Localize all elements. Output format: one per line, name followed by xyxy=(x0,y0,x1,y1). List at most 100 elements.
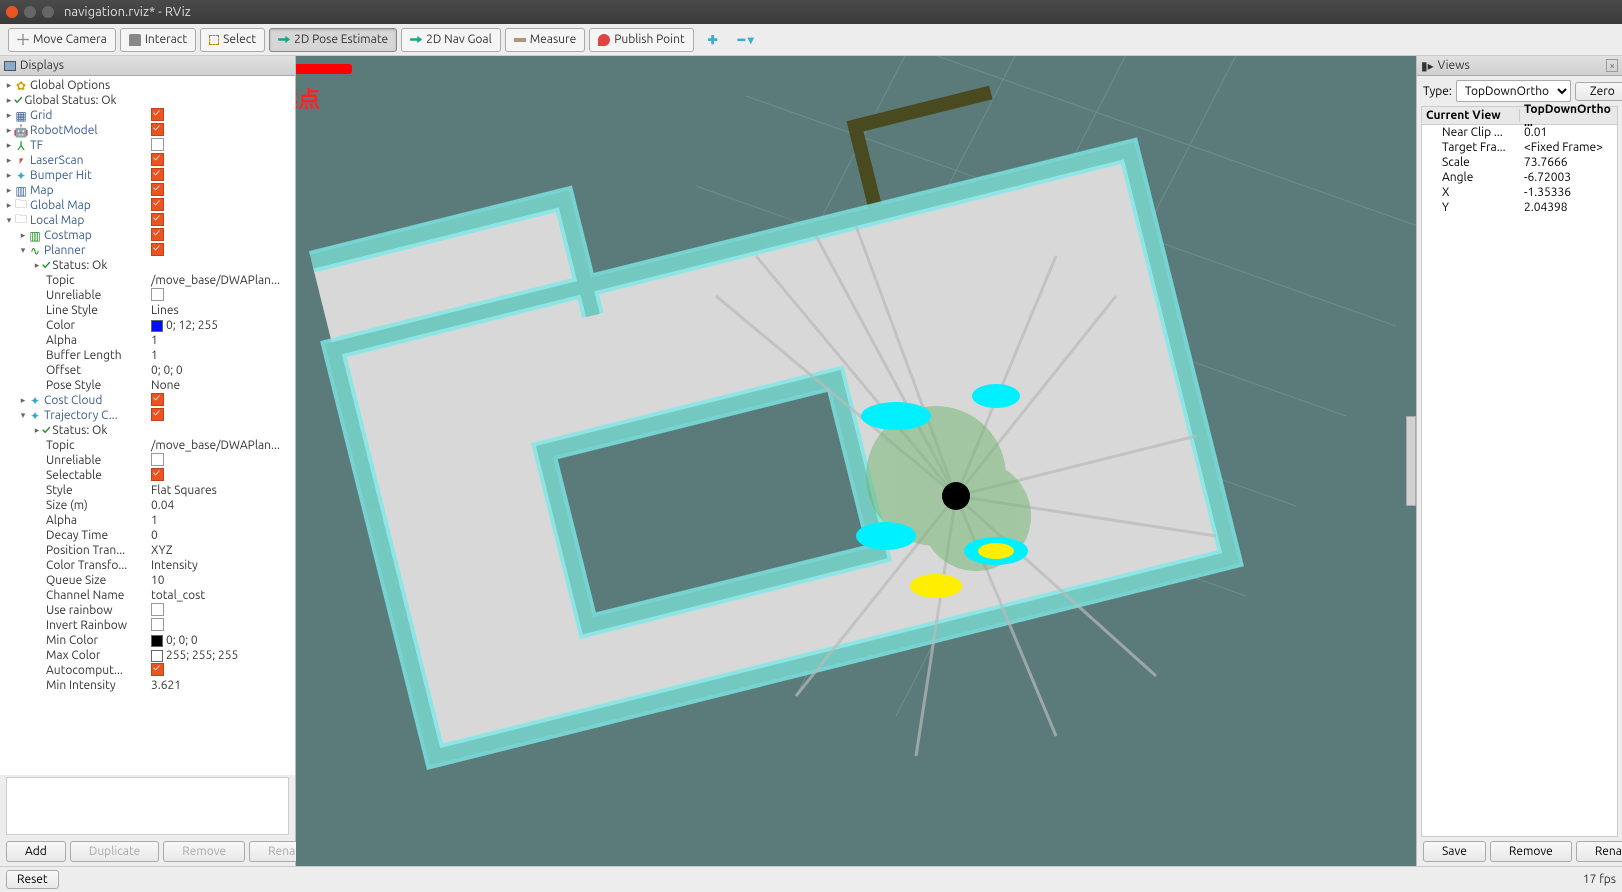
reset-button[interactable]: Reset xyxy=(6,870,59,889)
prop-posestyle-value[interactable]: None xyxy=(147,379,295,392)
zero-button[interactable]: Zero xyxy=(1575,82,1622,101)
expand-arrow-icon[interactable]: ▾ xyxy=(18,410,28,421)
checkbox-trajectory[interactable] xyxy=(151,408,164,421)
view-y-value[interactable]: 2.04398 xyxy=(1520,201,1617,214)
checkbox-bumperhit[interactable] xyxy=(151,168,164,181)
prop-unreliable[interactable]: Unreliable xyxy=(46,289,147,302)
prop-traj-style[interactable]: Style xyxy=(46,484,147,497)
expand-arrow-icon[interactable]: ▸ xyxy=(4,80,14,91)
views-header-name[interactable]: Current View xyxy=(1422,109,1520,122)
prop-traj-queue-value[interactable]: 10 xyxy=(147,574,295,587)
tree-item-trajectory[interactable]: Trajectory C... xyxy=(44,409,147,422)
prop-traj-topic[interactable]: Topic xyxy=(46,439,147,452)
tree-item-planner[interactable]: Planner xyxy=(44,244,147,257)
expand-arrow-icon[interactable]: ▸ xyxy=(4,110,14,121)
prop-traj-decay-value[interactable]: 0 xyxy=(147,529,295,542)
views-tree[interactable]: Current View TopDownOrtho ... Near Clip … xyxy=(1421,106,1618,837)
prop-traj-alpha-value[interactable]: 1 xyxy=(147,514,295,527)
expand-arrow-icon[interactable]: ▸ xyxy=(4,125,14,136)
checkbox-planner[interactable] xyxy=(151,243,164,256)
interact-button[interactable]: Interact xyxy=(120,28,196,52)
prop-traj-minintensity[interactable]: Min Intensity xyxy=(46,679,147,692)
prop-topic-value[interactable]: /move_base/DWAPlan... xyxy=(147,274,295,287)
checkbox-tf[interactable] xyxy=(151,138,164,151)
prop-topic[interactable]: Topic xyxy=(46,274,147,287)
rename-view-button[interactable]: Rename xyxy=(1576,841,1622,862)
expand-arrow-icon[interactable]: ▸ xyxy=(4,185,14,196)
3d-viewport[interactable]: 设置起点 xyxy=(296,56,1416,866)
duplicate-button[interactable]: Duplicate xyxy=(70,841,159,862)
tree-item-global-status[interactable]: Global Status: Ok xyxy=(24,94,295,107)
expand-arrow-icon[interactable]: ▸ xyxy=(4,200,14,211)
checkbox-laserscan[interactable] xyxy=(151,153,164,166)
expand-arrow-icon[interactable]: ▸ xyxy=(4,155,14,166)
remove-button[interactable]: Remove xyxy=(163,841,245,862)
prop-traj-size-value[interactable]: 0.04 xyxy=(147,499,295,512)
tree-item-bumperhit[interactable]: Bumper Hit xyxy=(30,169,147,182)
prop-traj-channel-value[interactable]: total_cost xyxy=(147,589,295,602)
expand-arrow-icon[interactable]: ▸ xyxy=(32,260,42,271)
view-x-value[interactable]: -1.35336 xyxy=(1520,186,1617,199)
expand-arrow-icon[interactable]: ▸ xyxy=(4,140,14,151)
prop-bufferlen-value[interactable]: 1 xyxy=(147,349,295,362)
select-button[interactable]: Select xyxy=(200,28,265,52)
view-angle-value[interactable]: -6.72003 xyxy=(1520,171,1617,184)
tree-item-costcloud[interactable]: Cost Cloud xyxy=(44,394,147,407)
prop-traj-style-value[interactable]: Flat Squares xyxy=(147,484,295,497)
plus-icon[interactable]: ✚ xyxy=(708,33,718,47)
prop-offset-value[interactable]: 0; 0; 0 xyxy=(147,364,295,377)
tree-item-traj-status[interactable]: Status: Ok xyxy=(52,424,295,437)
tree-item-grid[interactable]: Grid xyxy=(30,109,147,122)
tree-item-globalmap[interactable]: Global Map xyxy=(30,199,147,212)
prop-traj-topic-value[interactable]: /move_base/DWAPlan... xyxy=(147,439,295,452)
view-angle[interactable]: Angle xyxy=(1422,171,1520,184)
view-nearclip[interactable]: Near Clip ... xyxy=(1422,126,1520,139)
checkbox-autocompute[interactable] xyxy=(151,663,164,676)
2d-pose-estimate-button[interactable]: 2D Pose Estimate xyxy=(269,28,397,52)
expand-arrow-icon[interactable]: ▸ xyxy=(4,95,14,106)
close-panel-icon[interactable]: × xyxy=(1606,59,1618,72)
displays-panel-header[interactable]: Displays xyxy=(0,56,295,76)
checkbox-globalmap[interactable] xyxy=(151,198,164,211)
prop-traj-autocompute[interactable]: Autocomput... xyxy=(46,664,147,677)
2d-nav-goal-button[interactable]: 2D Nav Goal xyxy=(401,28,501,52)
window-close-button[interactable] xyxy=(6,6,18,18)
tree-item-map[interactable]: Map xyxy=(30,184,147,197)
checkbox-robotmodel[interactable] xyxy=(151,123,164,136)
view-targetframe-value[interactable]: <Fixed Frame> xyxy=(1520,141,1617,154)
view-targetframe[interactable]: Target Fra... xyxy=(1422,141,1520,154)
prop-traj-colortrans-value[interactable]: Intensity xyxy=(147,559,295,572)
prop-traj-queue[interactable]: Queue Size xyxy=(46,574,147,587)
prop-linestyle[interactable]: Line Style xyxy=(46,304,147,317)
tree-item-costmap[interactable]: Costmap xyxy=(44,229,147,242)
prop-traj-unreliable[interactable]: Unreliable xyxy=(46,454,147,467)
prop-linestyle-value[interactable]: Lines xyxy=(147,304,295,317)
prop-traj-rainbow[interactable]: Use rainbow xyxy=(46,604,147,617)
prop-alpha[interactable]: Alpha xyxy=(46,334,147,347)
checkbox-costmap[interactable] xyxy=(151,228,164,241)
checkbox-map[interactable] xyxy=(151,183,164,196)
prop-traj-maxcolor[interactable]: Max Color xyxy=(46,649,147,662)
expand-arrow-icon[interactable]: ▸ xyxy=(4,170,14,181)
prop-traj-decay[interactable]: Decay Time xyxy=(46,529,147,542)
prop-color[interactable]: Color xyxy=(46,319,147,332)
checkbox-costcloud[interactable] xyxy=(151,393,164,406)
checkbox-grid[interactable] xyxy=(151,108,164,121)
checkbox-invrainbow[interactable] xyxy=(151,618,164,631)
add-button[interactable]: Add xyxy=(6,841,66,862)
window-minimize-button[interactable] xyxy=(24,6,36,18)
prop-traj-alpha[interactable]: Alpha xyxy=(46,514,147,527)
window-maximize-button[interactable] xyxy=(42,6,54,18)
checkbox-traj-selectable[interactable] xyxy=(151,468,164,481)
panel-expand-handle[interactable] xyxy=(1406,416,1416,506)
prop-posestyle[interactable]: Pose Style xyxy=(46,379,147,392)
view-type-select[interactable]: TopDownOrtho xyxy=(1456,80,1571,102)
view-y[interactable]: Y xyxy=(1422,201,1520,214)
view-x[interactable]: X xyxy=(1422,186,1520,199)
prop-alpha-value[interactable]: 1 xyxy=(147,334,295,347)
checkbox-localmap[interactable] xyxy=(151,213,164,226)
prop-traj-postrans[interactable]: Position Tran... xyxy=(46,544,147,557)
prop-traj-channel[interactable]: Channel Name xyxy=(46,589,147,602)
tree-item-planner-status[interactable]: Status: Ok xyxy=(52,259,295,272)
prop-traj-selectable[interactable]: Selectable xyxy=(46,469,147,482)
